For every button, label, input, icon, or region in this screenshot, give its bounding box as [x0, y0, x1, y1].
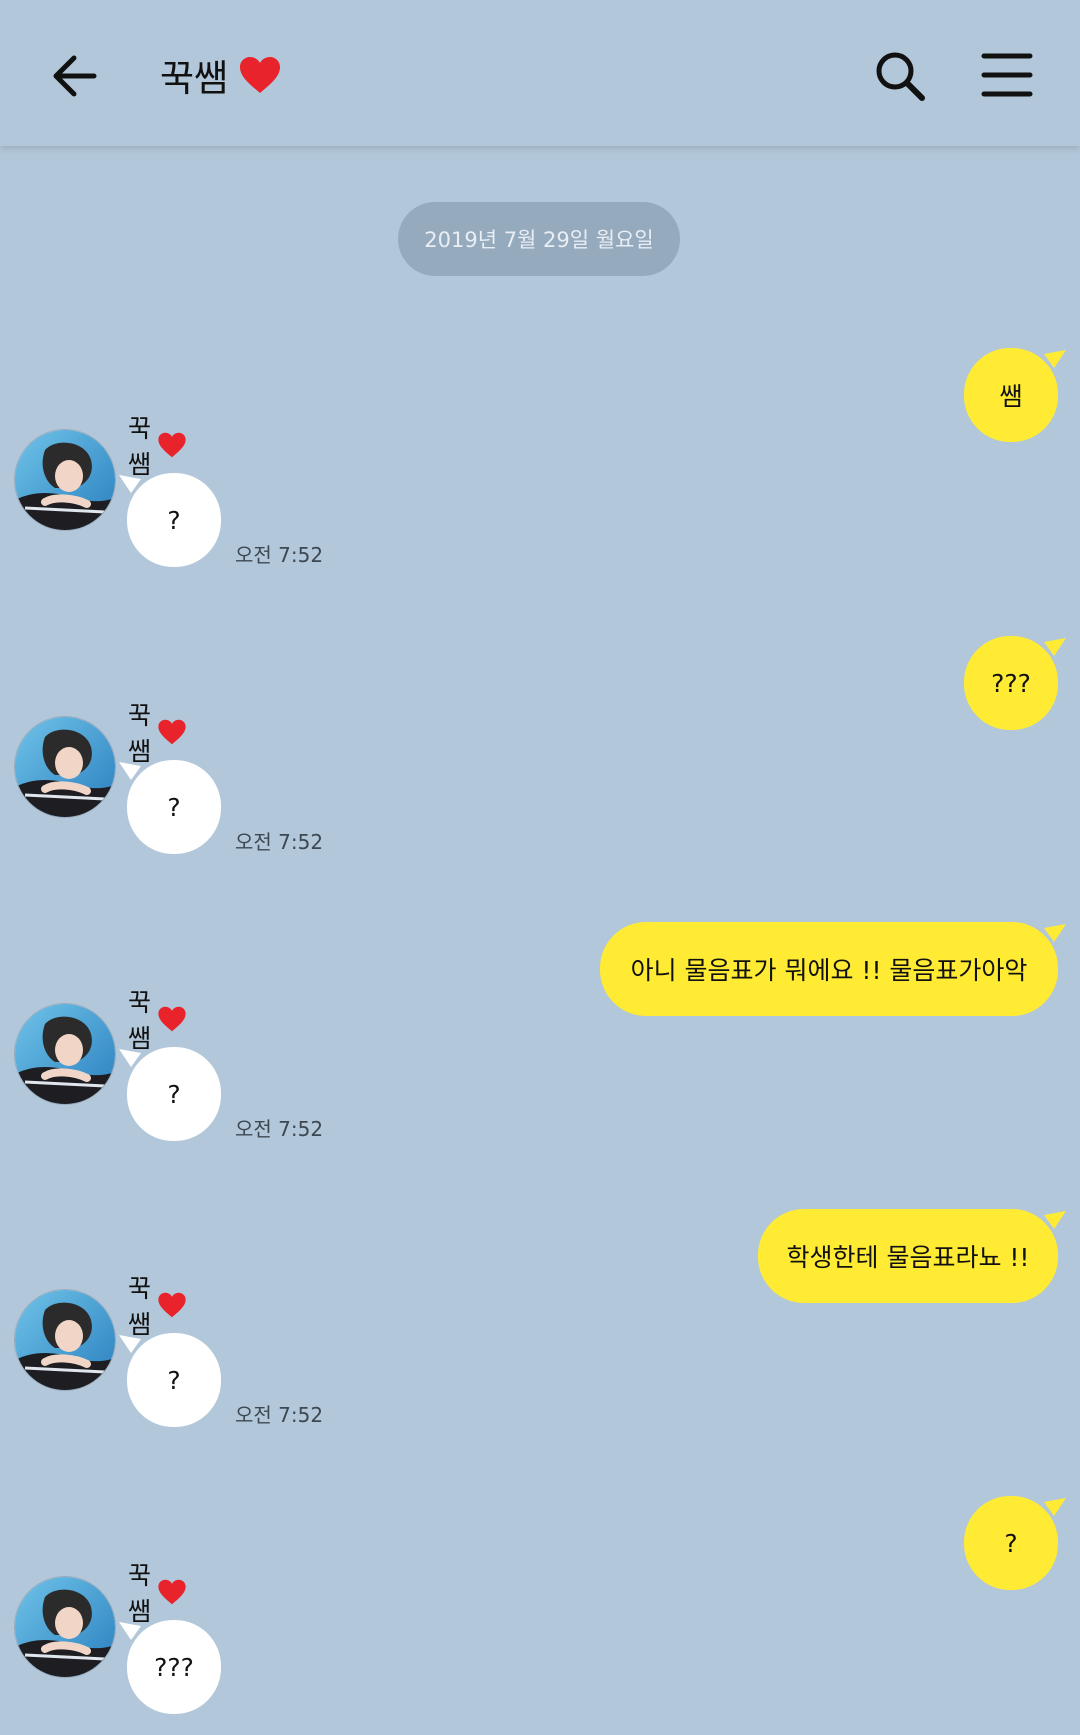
message-bubble[interactable]: ? — [964, 1496, 1066, 1590]
message-text: ??? — [991, 668, 1031, 698]
message-time: 오전 7:52 — [235, 830, 324, 854]
message-text: 학생한테 물음표라뇨 !! — [786, 1243, 1030, 1272]
heart-icon — [157, 1578, 187, 1606]
bubble-tail — [1044, 1498, 1066, 1516]
message-bubble[interactable]: ? — [119, 473, 221, 567]
sender-name: 꾹쌤 — [128, 1561, 187, 1626]
message-bubble[interactable]: ? — [119, 760, 221, 854]
message-text: 쌤 — [999, 382, 1023, 411]
date-divider: 2019년 7월 29일 월요일 — [398, 202, 680, 276]
message-text: ? — [167, 1079, 181, 1109]
arrow-left-icon — [38, 38, 114, 114]
message-bubble[interactable]: 쌤 — [964, 348, 1066, 442]
message-time: 오전 7:52 — [235, 1403, 324, 1427]
search-icon — [862, 38, 938, 114]
message-text: ??? — [154, 1652, 194, 1682]
sender-name: 꾹쌤 — [128, 988, 187, 1053]
message-text: ? — [167, 505, 181, 535]
sender-name-text: 꾹쌤 — [128, 1274, 152, 1339]
sender-name-text: 꾹쌤 — [128, 988, 152, 1053]
avatar[interactable] — [14, 1576, 116, 1678]
message-time: 오전 7:52 — [235, 1117, 324, 1141]
chat-title: 꾹쌤 — [160, 48, 282, 102]
message-text: 아니 물음표가 뭐에요 !! 물음표가아악 — [630, 956, 1028, 985]
avatar[interactable] — [14, 1289, 116, 1391]
sender-name-text: 꾹쌤 — [128, 701, 152, 766]
sender-name: 꾹쌤 — [128, 1274, 187, 1339]
message-time: 오전 7:52 — [235, 543, 324, 567]
message-text: ? — [1004, 1528, 1018, 1558]
message-text: ? — [167, 1365, 181, 1395]
bubble-tail — [1044, 1211, 1066, 1229]
message-bubble[interactable]: ? — [119, 1047, 221, 1141]
heart-icon — [157, 431, 187, 459]
avatar[interactable] — [14, 716, 116, 818]
heart-icon — [157, 1291, 187, 1319]
chat-title-text: 꾹쌤 — [160, 57, 229, 100]
sender-name: 꾹쌤 — [128, 414, 187, 479]
message-bubble[interactable]: ??? — [964, 636, 1066, 730]
sender-name: 꾹쌤 — [128, 701, 187, 766]
avatar[interactable] — [14, 429, 116, 531]
heart-icon — [157, 1005, 187, 1033]
sender-name-text: 꾹쌤 — [128, 1561, 152, 1626]
hamburger-menu-icon — [968, 38, 1044, 114]
search-button[interactable] — [862, 38, 938, 114]
bubble-tail — [1044, 350, 1066, 368]
heart-icon — [238, 55, 282, 95]
chat-header: 꾹쌤 — [0, 0, 1080, 146]
message-bubble[interactable]: 학생한테 물음표라뇨 !! — [758, 1209, 1066, 1303]
bubble-tail — [1044, 638, 1066, 656]
chat-screen: 꾹쌤 2019년 7월 29일 월요일 쌤오전 7:52? 오전 7:52 꾹쌤??… — [0, 0, 1080, 1735]
heart-icon — [157, 718, 187, 746]
back-button[interactable] — [38, 38, 114, 114]
sender-name-text: 꾹쌤 — [128, 414, 152, 479]
avatar[interactable] — [14, 1003, 116, 1105]
bubble-tail — [1044, 924, 1066, 942]
menu-button[interactable] — [968, 38, 1044, 114]
message-bubble[interactable]: ? — [119, 1333, 221, 1427]
message-text: ? — [167, 792, 181, 822]
message-bubble[interactable]: ??? — [119, 1620, 221, 1714]
message-bubble[interactable]: 아니 물음표가 뭐에요 !! 물음표가아악 — [600, 922, 1066, 1016]
